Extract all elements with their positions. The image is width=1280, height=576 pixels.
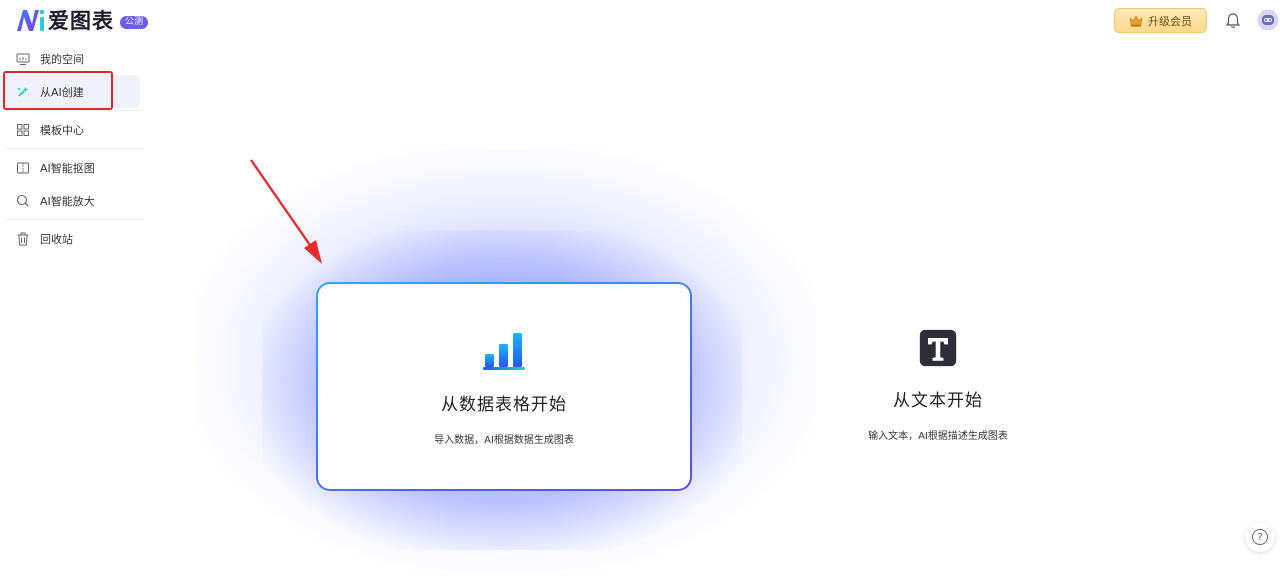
sidebar-divider [6,110,143,111]
sidebar: 我的空间 从AI创建 模板中心 AI智能抠图 AI智能放大 回收站 [0,42,150,255]
app-root: 爱图表 公测 升级会员 我的空间 从AI创建 模板中心 AI智能抠图 AI智能放… [0,0,1280,576]
grid-icon [16,123,30,137]
bell-icon[interactable] [1225,12,1241,29]
trash-icon [16,232,30,246]
sidebar-divider [6,148,143,149]
crown-icon [1129,14,1143,27]
robot-avatar-icon[interactable] [1257,9,1279,31]
beta-badge: 公测 [120,15,149,29]
sidebar-item-label: 从AI创建 [40,85,84,99]
zoom-icon [16,194,30,208]
card-description: 输入文本，AI根据描述生成图表 [868,431,1008,442]
sidebar-divider [6,219,143,220]
monitor-icon [16,52,30,66]
sidebar-item-trash[interactable]: 回收站 [0,222,150,255]
cutout-icon [16,161,30,175]
upgrade-button[interactable]: 升级会员 [1114,8,1207,33]
logo-text: 爱图表 [48,9,114,33]
card-title: 从数据表格开始 [441,395,567,415]
logo[interactable]: 爱图表 公测 [14,6,149,34]
card-start-from-data[interactable]: 从数据表格开始 导入数据，AI根据数据生成图表 [316,282,692,491]
sidebar-item-label: AI智能抠图 [40,161,95,175]
magic-wand-icon [16,85,30,99]
card-description: 导入数据，AI根据数据生成图表 [434,435,574,446]
sidebar-item-create-from-ai[interactable]: 从AI创建 [0,71,140,110]
sidebar-item-label: AI智能放大 [40,194,95,208]
text-t-icon [919,329,957,367]
question-icon: ? [1252,529,1268,545]
logo-mark-icon [17,9,45,31]
sidebar-item-label: 我的空间 [40,52,84,66]
sidebar-item-ai-cutout[interactable]: AI智能抠图 [0,151,150,184]
card-title: 从文本开始 [893,391,983,411]
bar-chart-icon [483,333,525,370]
sidebar-item-templates[interactable]: 模板中心 [0,113,150,146]
red-arrow-annotation [250,159,322,264]
upgrade-label: 升级会员 [1148,14,1192,28]
help-button[interactable]: ? [1245,522,1275,552]
sidebar-item-label: 回收站 [40,232,73,246]
sidebar-item-ai-upscale[interactable]: AI智能放大 [0,184,150,217]
sidebar-item-label: 模板中心 [40,123,84,137]
card-start-from-text[interactable]: 从文本开始 输入文本，AI根据描述生成图表 [750,282,1126,491]
